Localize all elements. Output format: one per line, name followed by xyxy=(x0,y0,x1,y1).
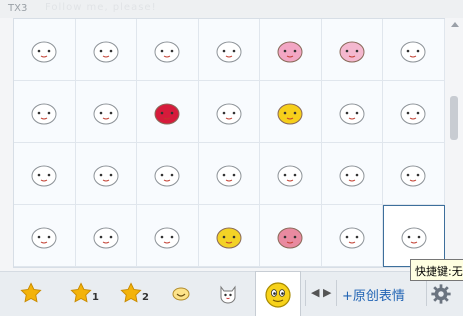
toolbar-divider xyxy=(305,280,306,306)
scroll-up-arrow[interactable] xyxy=(451,22,459,27)
emoticon-pig-face-icon xyxy=(400,41,426,62)
emoticon-squint-face-icon xyxy=(339,103,365,124)
favorites-2-tab[interactable]: 2 xyxy=(120,272,160,316)
emoticon-red-ball-icon xyxy=(154,103,180,124)
emoticon-cell[interactable] xyxy=(321,19,383,81)
emoticon-blush-face-icon xyxy=(31,41,57,62)
emoticon-cell[interactable] xyxy=(383,205,445,267)
emoticon-cell[interactable] xyxy=(321,81,383,143)
emoticon-bunny-face-icon xyxy=(400,165,426,186)
emoticon-cell[interactable] xyxy=(137,81,199,143)
ghost-text: Follow me, please! xyxy=(45,2,157,13)
emoticon-pink-pig-icon xyxy=(277,41,303,62)
emoticon-desk-face-icon xyxy=(400,103,426,124)
add-custom-emoticon-button[interactable]: +原创表情 xyxy=(342,285,405,304)
emoticon-bird-on-head-icon xyxy=(216,103,242,124)
next-page-icon[interactable]: ▶ xyxy=(323,286,331,299)
emoticon-x-eyes-face-icon xyxy=(93,227,119,248)
emoticon-twin-faces-icon xyxy=(339,227,365,248)
emoticon-cell[interactable] xyxy=(14,205,76,267)
tab-number: 1 xyxy=(92,292,99,303)
star-icon xyxy=(70,282,92,303)
emoticon-sweat-face-icon xyxy=(31,103,57,124)
emoticon-cell[interactable] xyxy=(137,205,199,267)
emoticon-yellow-bubble-icon xyxy=(277,103,303,124)
emoticon-cell[interactable] xyxy=(260,143,322,205)
emoticon-pink-blob-icon xyxy=(277,227,303,248)
emoticon-cell[interactable] xyxy=(383,143,445,205)
toolbar-divider xyxy=(336,280,337,306)
scroll-thumb[interactable] xyxy=(450,96,458,140)
emoticon-cell[interactable] xyxy=(198,205,260,267)
emoticon-cell[interactable] xyxy=(75,81,137,143)
window-titlebar: TX3 Follow me, please! xyxy=(0,0,463,18)
emoticon-heart-face-icon xyxy=(154,165,180,186)
emoticon-toolbar: 1 2 ◀ ▶ +原创表情 xyxy=(0,271,463,316)
emoticon-cell[interactable] xyxy=(321,143,383,205)
emoticon-cell[interactable] xyxy=(198,19,260,81)
emoticon-cell[interactable] xyxy=(198,81,260,143)
prev-page-icon[interactable]: ◀ xyxy=(311,286,319,299)
emoticon-cell[interactable] xyxy=(260,205,322,267)
emoticon-cell[interactable] xyxy=(260,19,322,81)
emoticon-dizzy-face-icon xyxy=(339,165,365,186)
emoticon-hair-face-icon xyxy=(401,227,427,249)
emoticon-cell[interactable] xyxy=(383,81,445,143)
emoticon-panel xyxy=(13,18,445,268)
small-emoticon-tab[interactable] xyxy=(168,272,194,316)
tab-number: 2 xyxy=(142,292,149,303)
yellow-face-icon xyxy=(265,282,291,308)
emoticon-cell[interactable] xyxy=(14,19,76,81)
vertical-scrollbar[interactable] xyxy=(446,18,463,268)
emoticon-up-sign-icon xyxy=(154,227,180,248)
emoticon-green-sprout-icon xyxy=(216,41,242,62)
emoticon-yellow-smile-icon xyxy=(216,227,242,248)
emoticon-cell[interactable] xyxy=(137,19,199,81)
emoticon-grid xyxy=(14,19,445,268)
emoticon-small-pig-icon xyxy=(339,41,365,62)
toolbar-divider xyxy=(426,280,427,306)
emoticon-cell[interactable] xyxy=(383,19,445,81)
favorites-tab[interactable] xyxy=(20,272,60,316)
emoticon-cell[interactable] xyxy=(75,143,137,205)
cat-face-icon xyxy=(220,285,236,304)
gear-icon[interactable] xyxy=(430,283,452,305)
emoticon-cell[interactable] xyxy=(75,19,137,81)
emoticon-flower-face-icon xyxy=(31,227,57,248)
emoticon-sad-face-icon xyxy=(93,103,119,124)
tab-default-emoticons[interactable] xyxy=(255,271,301,316)
emoticon-nurse-face-icon xyxy=(31,165,57,186)
cat-emoticon-tab[interactable] xyxy=(212,272,244,316)
emoticon-cell[interactable] xyxy=(14,143,76,205)
favorites-1-tab[interactable]: 1 xyxy=(70,272,110,316)
emoticon-cell[interactable] xyxy=(75,205,137,267)
emoticon-cell[interactable] xyxy=(260,81,322,143)
emoticon-cell[interactable] xyxy=(14,81,76,143)
shortcut-tooltip: 快捷键:无 xyxy=(410,259,463,281)
emoticon-call-sign-icon xyxy=(93,41,119,62)
emoticon-blank-face-icon xyxy=(277,165,303,186)
window-title: TX3 xyxy=(8,3,28,14)
emoticon-cell[interactable] xyxy=(198,143,260,205)
emoticon-back-sign-icon xyxy=(216,165,242,186)
star-icon xyxy=(120,282,142,303)
emoticon-sleepy-face-icon xyxy=(154,41,180,62)
emoticon-angry-face-icon xyxy=(93,165,119,186)
star-icon xyxy=(20,282,42,303)
emoticon-cell[interactable] xyxy=(321,205,383,267)
emoticon-cell[interactable] xyxy=(137,143,199,205)
small-smile-icon xyxy=(172,287,190,301)
